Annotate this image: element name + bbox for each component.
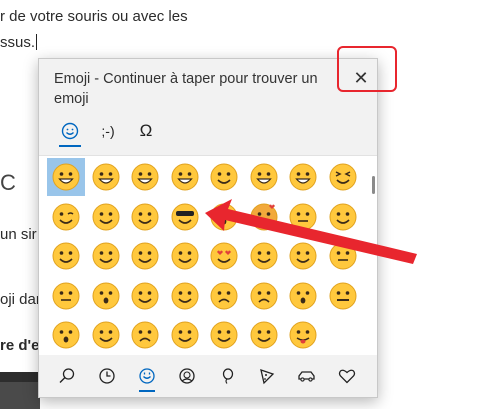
food-subcategory-button[interactable] <box>247 358 287 394</box>
emoji-heart[interactable] <box>245 198 283 236</box>
emoji-sweat[interactable] <box>284 158 322 196</box>
emoji-neutral[interactable] <box>284 198 322 236</box>
emoji-open[interactable] <box>87 277 125 315</box>
tab-kaomoji-label: ;-) <box>101 123 115 139</box>
doc-text-line: re d'e <box>0 337 40 354</box>
recent-subcategory-button[interactable] <box>87 358 127 394</box>
text-cursor <box>36 34 38 50</box>
doc-text-line: un sir <box>0 226 37 243</box>
emoji-sleepy[interactable] <box>87 316 125 354</box>
smileys-subcategory-button[interactable] <box>127 358 167 394</box>
tab-symbols-label: Ω <box>139 121 153 140</box>
emoji-relief[interactable] <box>245 316 283 354</box>
emoji-flat[interactable] <box>324 237 362 275</box>
emoji-slight[interactable] <box>126 237 164 275</box>
celebration-subcategory-button[interactable] <box>207 358 247 394</box>
emoji-hug[interactable] <box>166 237 204 275</box>
balloon-icon <box>222 368 234 384</box>
smiley-icon <box>139 368 155 384</box>
emoji-smile2[interactable] <box>47 237 85 275</box>
emoji-sad[interactable] <box>245 277 283 315</box>
emoji-smile3[interactable] <box>87 237 125 275</box>
doc-text-line: ssus. <box>0 34 38 51</box>
subcategory-bar <box>39 355 377 397</box>
emoji-raised[interactable] <box>284 237 322 275</box>
emoji-cool[interactable] <box>166 198 204 236</box>
doc-text-line: oji dar <box>0 291 41 308</box>
heart-icon <box>338 369 356 384</box>
clock-icon <box>99 368 115 384</box>
emoji-ooo[interactable] <box>47 316 85 354</box>
emoji-think[interactable] <box>245 237 283 275</box>
doc-text-line: C <box>0 170 16 195</box>
emoji-grid <box>39 155 377 356</box>
emoji-roll[interactable] <box>126 277 164 315</box>
tab-kaomoji[interactable]: ;-) <box>89 117 127 145</box>
doc-text-line: r de votre souris ou avec les <box>0 8 188 25</box>
emoji-rofl[interactable] <box>166 158 204 196</box>
tab-emoji[interactable] <box>51 117 89 147</box>
emoji-kiss[interactable] <box>205 198 243 236</box>
emoji-tired[interactable] <box>126 316 164 354</box>
panel-title: Emoji - Continuer à taper pour trouver u… <box>54 71 318 107</box>
background-image <box>0 372 40 409</box>
smiley-tab-icon <box>61 122 79 140</box>
emoji-hush[interactable] <box>284 277 322 315</box>
people-icon <box>179 368 195 384</box>
emoji-panel: Emoji - Continuer à taper pour trouver u… <box>38 58 378 398</box>
emoji-tongue[interactable] <box>284 316 322 354</box>
emoji-blush[interactable] <box>87 198 125 236</box>
pizza-icon <box>260 369 275 385</box>
people-subcategory-button[interactable] <box>167 358 207 394</box>
emoji-zip[interactable] <box>324 277 362 315</box>
emoji-grinsmile[interactable] <box>245 158 283 196</box>
scrollbar-thumb[interactable] <box>372 176 375 194</box>
car-icon <box>298 371 315 382</box>
travel-subcategory-button[interactable] <box>287 358 327 394</box>
emoji-yum[interactable] <box>126 198 164 236</box>
emoji-expr[interactable] <box>47 277 85 315</box>
search-icon <box>59 368 75 383</box>
doc-text: ssus. <box>0 34 36 51</box>
emoji-dizzy[interactable] <box>205 316 243 354</box>
emoji-smirk[interactable] <box>166 277 204 315</box>
emoji-beam[interactable] <box>87 158 125 196</box>
emoji-hmm[interactable] <box>324 198 362 236</box>
emoji-wink[interactable] <box>47 198 85 236</box>
close-highlight-annotation <box>337 46 397 92</box>
tab-symbols[interactable]: Ω <box>127 117 165 145</box>
emoji-squint[interactable] <box>324 158 362 196</box>
emoji-hearteyes[interactable] <box>205 237 243 275</box>
emoji-joy[interactable] <box>126 158 164 196</box>
symbols-subcategory-button[interactable] <box>327 358 367 394</box>
emoji-smile[interactable] <box>205 158 243 196</box>
search-subcategory-button[interactable] <box>47 358 87 394</box>
emoji-persevere[interactable] <box>205 277 243 315</box>
category-tabs: ;-) Ω <box>51 117 165 147</box>
emoji-grin[interactable] <box>47 158 85 196</box>
emoji-sleepy2[interactable] <box>166 316 204 354</box>
